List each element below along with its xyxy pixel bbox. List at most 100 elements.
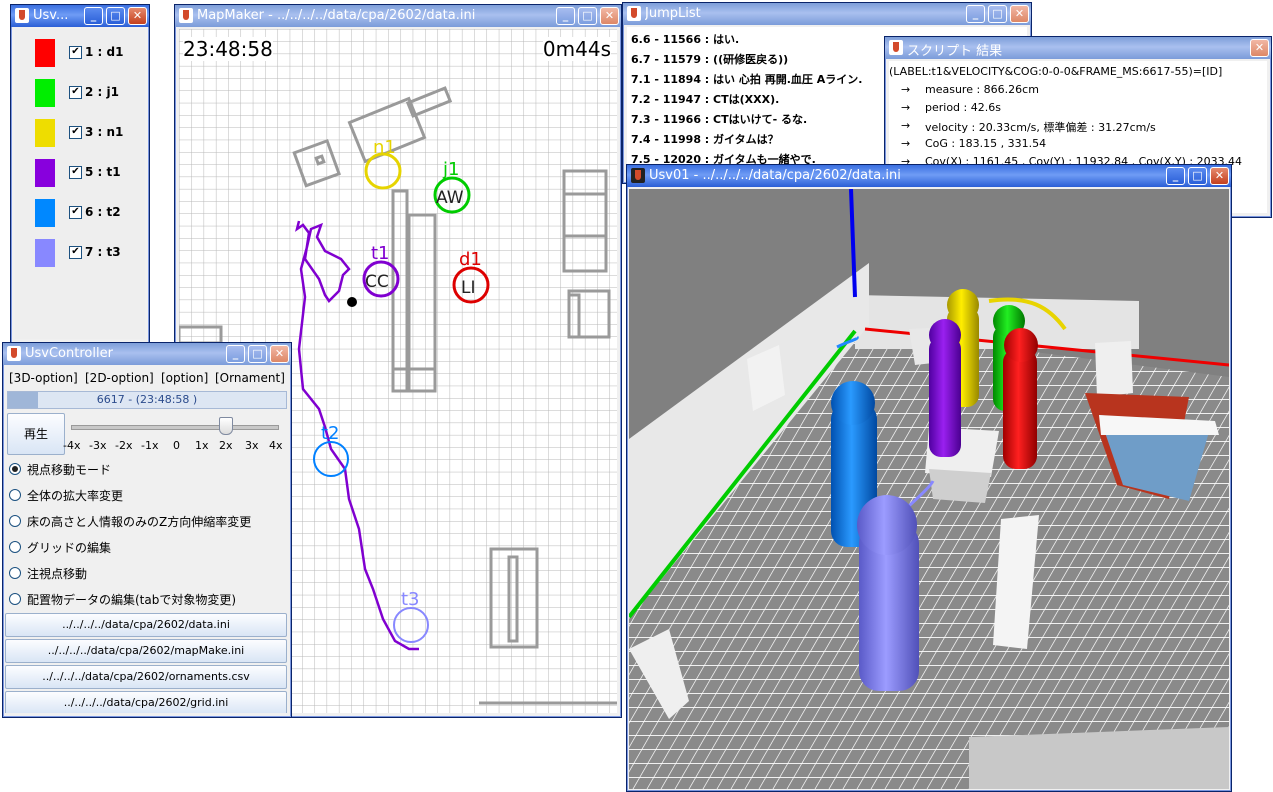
minimize-button[interactable]: _ [226,345,245,363]
speed-ticks: -4x -3x -2x -1x 0 1x 2x 3x 4x [63,439,289,455]
jumplist-item[interactable]: 7.4 - 11998 : ガイタムは？ [631,131,779,147]
file-button-mapmake-ini[interactable]: ../../../../data/cpa/2602/mapMake.ini [5,639,287,663]
mode-radio-ornament-edit[interactable]: 配置物データの編集(tabで対象物変更) [9,591,236,608]
label-t2: t2 [321,423,340,444]
result-line: CoG : 183.15 , 331.54 [925,137,1047,150]
usv-legend-titlebar[interactable]: Usv... _ □ ✕ [11,5,149,27]
radio-icon [9,567,21,579]
java-app-icon [627,6,641,21]
legend-item: ✔ 3 : n1 [15,115,145,155]
maximize-button[interactable]: □ [578,7,597,25]
menu-2d-option[interactable]: [2D-option] [85,371,154,385]
jumplist-titlebar[interactable]: JumpList _ □ ✕ [623,3,1031,25]
arrow-icon: → [901,101,911,114]
maximize-button[interactable]: □ [1188,167,1207,185]
close-button[interactable]: ✕ [270,345,289,363]
legend-label: 6 : t2 [85,205,121,219]
file-button-grid-ini[interactable]: ../../../../data/cpa/2602/grid.ini [5,691,287,713]
file-button-ornaments-csv[interactable]: ../../../../data/cpa/2602/ornaments.csv [5,665,287,689]
visibility-checkbox[interactable]: ✔ [69,246,82,259]
java-app-icon [7,346,21,361]
close-button[interactable]: ✕ [600,7,619,25]
arrow-icon: → [901,137,911,150]
mode-radio-focus-move[interactable]: 注視点移動 [9,565,87,582]
slider-thumb[interactable] [219,417,233,435]
tick-label: 2x [219,439,233,452]
color-swatch [35,119,55,147]
speed-slider[interactable] [71,417,279,435]
result-line: velocity : 20.33cm/s, 標準偏差 : 31.27cm/s [925,121,1156,134]
mapmaker-titlebar[interactable]: MapMaker - ../../../../data/cpa/2602/dat… [175,5,621,27]
tick-label: -4x [63,439,81,452]
color-swatch [35,159,55,187]
jumplist-item[interactable]: 6.6 - 11566 : はい. [631,31,739,47]
mode-label: 全体の拡大率変更 [27,489,124,503]
script-result-titlebar[interactable]: スクリプト 結果 ✕ [885,37,1271,59]
radio-icon [9,489,21,501]
arrow-icon: → [901,83,911,96]
usv01-3d-window: Usv01 - ../../../../data/cpa/2602/data.i… [626,164,1232,792]
menu-ornament[interactable]: [Ornament] [215,371,285,385]
mode-radio-view[interactable]: 視点移動モード [9,461,111,478]
maximize-button[interactable]: □ [988,5,1007,23]
java-app-icon [15,8,29,23]
frame-status: 6617 - (23:48:58 ) [96,393,198,406]
tick-label: 3x [245,439,259,452]
usv-controller-window: UsvController _ □ ✕ [3D-option] [2D-opti… [2,342,292,718]
close-button[interactable]: ✕ [128,7,147,25]
visibility-checkbox[interactable]: ✔ [69,166,82,179]
close-button[interactable]: ✕ [1210,167,1229,185]
maximize-button[interactable]: □ [248,345,267,363]
close-button[interactable]: ✕ [1250,39,1269,57]
mode-radio-zoom[interactable]: 全体の拡大率変更 [9,487,123,504]
maximize-button[interactable]: □ [106,7,125,25]
legend-label: 3 : n1 [85,125,124,139]
window-title: UsvController [25,346,113,361]
legend-label: 5 : t1 [85,165,121,179]
person-t1-3d [929,319,961,457]
file-button-data-ini[interactable]: ../../../../data/cpa/2602/data.ini [5,613,287,637]
mode-radio-grid-edit[interactable]: グリッドの編集 [9,539,111,556]
3d-scene[interactable] [629,189,1229,789]
frame-progress-bar[interactable]: 6617 - (23:48:58 ) [7,391,287,409]
minimize-button[interactable]: _ [1166,167,1185,185]
jumplist-item[interactable]: 6.7 - 11579 : ((研修医戻る)) [631,51,788,67]
arrow-icon: → [901,119,911,132]
map-elapsed: 0m44s [542,37,611,61]
visibility-checkbox[interactable]: ✔ [69,46,82,59]
mode-label: 視点移動モード [27,463,112,477]
window-title: Usv01 - ../../../../data/cpa/2602/data.i… [649,168,901,183]
tick-label: 0 [173,439,180,452]
mode-radio-z-scale[interactable]: 床の高さと人情報のみのZ方向伸縮率変更 [9,513,251,530]
label-n1: n1 [373,137,396,158]
menu-3d-option[interactable]: [3D-option] [9,371,78,385]
tick-label: -1x [141,439,159,452]
color-swatch [35,79,55,107]
controller-menubar: [3D-option] [2D-option] [option] [Orname… [5,367,289,389]
window-title: スクリプト 結果 [907,44,1003,59]
tick-label: -3x [89,439,107,452]
label-li: LI [461,278,476,298]
window-title: Usv... [33,8,69,23]
minimize-button[interactable]: _ [966,5,985,23]
minimize-button[interactable]: _ [556,7,575,25]
minimize-button[interactable]: _ [84,7,103,25]
label-d1: d1 [459,249,482,270]
result-line: measure : 866.26cm [925,83,1039,96]
visibility-checkbox[interactable]: ✔ [69,86,82,99]
3d-viewport[interactable] [629,189,1229,789]
menu-option[interactable]: [option] [161,371,208,385]
tick-label: 1x [195,439,209,452]
label-t1: t1 [371,243,390,264]
jumplist-item[interactable]: 7.2 - 11947 : CTは(XXX). [631,91,779,107]
window-title: MapMaker - ../../../../data/cpa/2602/dat… [197,8,476,23]
visibility-checkbox[interactable]: ✔ [69,206,82,219]
visibility-checkbox[interactable]: ✔ [69,126,82,139]
close-button[interactable]: ✕ [1010,5,1029,23]
usv01-titlebar[interactable]: Usv01 - ../../../../data/cpa/2602/data.i… [627,165,1231,187]
jumplist-item[interactable]: 7.3 - 11966 : CTはいけて- るな. [631,111,807,127]
mode-label: グリッドの編集 [27,541,112,555]
play-button[interactable]: 再生 [7,413,65,455]
controller-titlebar[interactable]: UsvController _ □ ✕ [3,343,291,365]
jumplist-item[interactable]: 7.1 - 11894 : はい 心拍 再開.血圧 Aライン. [631,71,862,87]
